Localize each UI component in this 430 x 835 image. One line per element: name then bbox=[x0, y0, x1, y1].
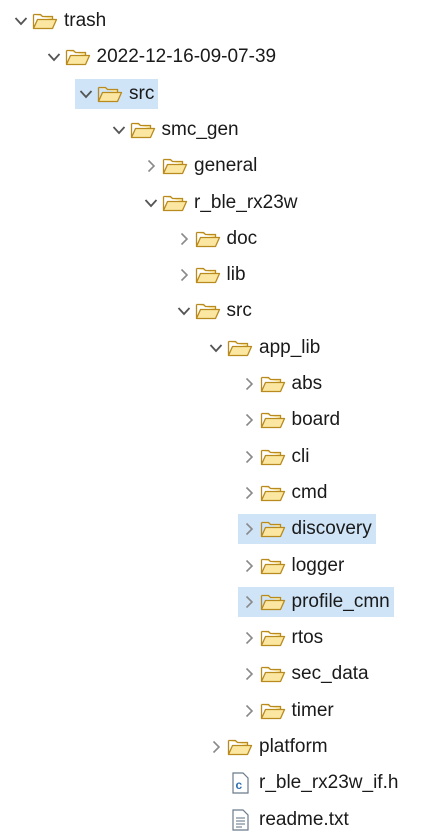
folder-open-icon bbox=[65, 46, 91, 68]
tree-item[interactable]: logger bbox=[238, 551, 349, 581]
folder-open-icon bbox=[162, 155, 188, 177]
folder-open-icon bbox=[260, 627, 286, 649]
tree-item[interactable]: 2022-12-16-09-07-39 bbox=[43, 42, 281, 72]
tree-item-label: profile_cmn bbox=[291, 590, 390, 612]
tree-item-label: cli bbox=[291, 445, 310, 467]
tree-item[interactable]: smc_gen bbox=[108, 115, 243, 145]
svg-text:c: c bbox=[236, 778, 243, 792]
folder-open-icon bbox=[227, 337, 253, 359]
tree-item[interactable]: doc bbox=[173, 224, 262, 254]
tree-item-label: 2022-12-16-09-07-39 bbox=[96, 46, 277, 68]
chevron-right-icon[interactable] bbox=[238, 659, 260, 689]
folder-open-icon bbox=[260, 663, 286, 685]
chevron-down-icon[interactable] bbox=[108, 115, 130, 145]
folder-open-icon bbox=[130, 119, 156, 141]
tree-item[interactable]: rtos bbox=[238, 623, 328, 653]
tree-item[interactable]: platform bbox=[205, 732, 332, 762]
folder-open-icon bbox=[32, 10, 58, 32]
tree-item[interactable]: general bbox=[140, 151, 261, 181]
chevron-down-icon[interactable] bbox=[43, 42, 65, 72]
chevron-right-icon[interactable] bbox=[173, 260, 195, 290]
tree-item[interactable]: cmd bbox=[238, 478, 332, 508]
folder-open-icon bbox=[162, 192, 188, 214]
chevron-right-icon[interactable] bbox=[238, 623, 260, 653]
tree-item[interactable]: abs bbox=[238, 369, 327, 399]
project-explorer-tree: trash 2022-12-16-09-07-39 src smc_gengenera… bbox=[0, 0, 430, 831]
chevron-right-icon[interactable] bbox=[238, 369, 260, 399]
toggle-spacer bbox=[205, 768, 227, 798]
tree-item[interactable]: c r_ble_rx23w_if.h bbox=[205, 768, 402, 798]
chevron-down-icon[interactable] bbox=[140, 188, 162, 218]
tree-item-label: platform bbox=[259, 736, 328, 757]
folder-open-icon bbox=[195, 300, 221, 322]
tree-item-label: doc bbox=[226, 227, 258, 249]
tree-item-label: app_lib bbox=[259, 336, 321, 358]
folder-open-icon bbox=[260, 591, 286, 613]
chevron-right-icon[interactable] bbox=[238, 514, 260, 544]
folder-open-icon bbox=[195, 228, 221, 250]
tree-item[interactable]: lib bbox=[173, 260, 250, 290]
chevron-right-icon[interactable] bbox=[238, 696, 260, 726]
chevron-down-icon[interactable] bbox=[205, 333, 227, 363]
tree-item-label: abs bbox=[291, 373, 323, 394]
folder-open-icon bbox=[260, 482, 286, 504]
tree-item-label: src bbox=[129, 82, 155, 104]
chevron-right-icon[interactable] bbox=[238, 442, 260, 472]
tree-item-label: timer bbox=[291, 699, 334, 721]
tree-item-label: rtos bbox=[291, 627, 324, 649]
chevron-right-icon[interactable] bbox=[238, 405, 260, 435]
chevron-right-icon[interactable] bbox=[238, 478, 260, 508]
tree-item-label: r_ble_rx23w_if.h bbox=[259, 772, 399, 794]
tree-item-label: readme.txt bbox=[259, 808, 349, 830]
chevron-right-icon[interactable] bbox=[205, 732, 227, 762]
chevron-right-icon[interactable] bbox=[173, 224, 195, 254]
toggle-spacer bbox=[205, 805, 227, 835]
tree-item[interactable]: readme.txt bbox=[205, 805, 353, 835]
folder-open-icon bbox=[97, 83, 123, 105]
tree-item[interactable]: sec_data bbox=[238, 659, 373, 689]
chevron-right-icon[interactable] bbox=[238, 587, 260, 617]
tree-item-label: discovery bbox=[291, 518, 372, 540]
tree-item-label: board bbox=[291, 409, 341, 431]
tree-item[interactable]: src bbox=[173, 296, 256, 326]
tree-item-label: general bbox=[194, 155, 258, 177]
chevron-right-icon[interactable] bbox=[140, 151, 162, 181]
tree-item-label: smc_gen bbox=[161, 118, 239, 140]
tree-item-label: lib bbox=[226, 264, 246, 286]
folder-open-icon bbox=[260, 409, 286, 431]
c-file-icon: c bbox=[227, 772, 253, 794]
tree-item[interactable]: src bbox=[75, 78, 159, 109]
chevron-down-icon[interactable] bbox=[10, 6, 32, 36]
tree-item[interactable]: app_lib bbox=[205, 333, 324, 363]
tree-item[interactable]: trash bbox=[10, 6, 110, 36]
folder-open-icon bbox=[227, 736, 253, 758]
tree-item[interactable]: board bbox=[238, 405, 345, 435]
tree-item-label: r_ble_rx23w bbox=[194, 191, 298, 213]
tree-item[interactable]: profile_cmn bbox=[237, 586, 394, 617]
tree-item[interactable]: discovery bbox=[237, 514, 376, 545]
tree-item[interactable]: r_ble_rx23w bbox=[140, 188, 302, 218]
folder-open-icon bbox=[195, 264, 221, 286]
folder-open-icon bbox=[260, 373, 286, 395]
folder-open-icon bbox=[260, 700, 286, 722]
chevron-down-icon[interactable] bbox=[75, 79, 97, 109]
tree-item-label: sec_data bbox=[291, 663, 369, 685]
tree-item-label: trash bbox=[64, 10, 107, 31]
folder-open-icon bbox=[260, 518, 286, 540]
tree-item[interactable]: cli bbox=[238, 442, 314, 472]
chevron-down-icon[interactable] bbox=[173, 296, 195, 326]
tree-item-label: logger bbox=[291, 554, 345, 576]
text-file-icon bbox=[227, 808, 253, 831]
tree-item-label: src bbox=[226, 300, 252, 322]
folder-open-icon bbox=[260, 555, 286, 577]
tree-item[interactable]: timer bbox=[238, 696, 338, 726]
tree-item-label: cmd bbox=[291, 481, 328, 503]
chevron-right-icon[interactable] bbox=[238, 551, 260, 581]
folder-open-icon bbox=[260, 446, 286, 468]
